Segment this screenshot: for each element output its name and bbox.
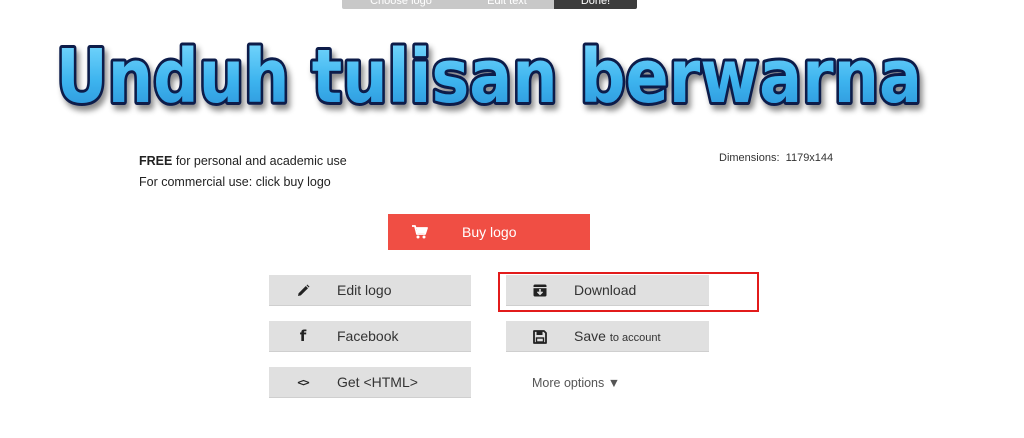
pencil-icon [295,275,311,306]
dimensions-value: 1179x144 [785,152,834,164]
commercial-use-line: For commercial use: click buy logo [139,175,331,189]
edit-logo-label: Edit logo [337,282,392,298]
step-done: Done! [554,0,637,9]
get-html-button[interactable]: <> Get <HTML> [269,367,471,398]
get-html-label: Get <HTML> [337,374,418,390]
logo-text: Unduh tulisan berwarna [56,34,922,120]
step-edit-text[interactable]: Edit text [460,0,554,9]
save-suffix: to account [609,332,661,344]
facebook-icon: f [299,327,307,345]
more-options-label: More options [532,376,605,390]
cart-icon [412,214,428,250]
page: Choose logo Edit text Done! Unduh tulisa… [0,0,1024,438]
dimensions-label: Dimensions: [719,152,780,164]
buy-logo-button[interactable]: Buy logo [388,214,590,250]
progress-stepper: Choose logo Edit text Done! [342,0,637,9]
free-use-line: FREE for personal and academic use [139,151,347,172]
license-info: FREE for personal and academic use For c… [139,151,347,193]
more-options-link[interactable]: More options ▼ [532,376,620,390]
facebook-label: Facebook [337,328,399,344]
facebook-share-button[interactable]: f Facebook [269,321,471,352]
buy-logo-label: Buy logo [462,224,517,240]
free-use-text: for personal and academic use [172,154,347,168]
dimensions-info: Dimensions: 1179x144 [719,152,833,164]
save-to-account-button[interactable]: Save to account [506,321,709,352]
save-label-wrap: Save to account [574,321,661,354]
code-icon: <> [297,376,309,389]
step-choose-logo[interactable]: Choose logo [342,0,460,9]
save-label: Save [574,328,606,344]
download-highlight-frame [498,272,759,312]
floppy-disk-icon [532,321,548,352]
caret-down-icon: ▼ [607,376,621,390]
generated-logo-image: Unduh tulisan berwarna [53,31,925,123]
free-label: FREE [139,154,173,168]
edit-logo-button[interactable]: Edit logo [269,275,471,306]
